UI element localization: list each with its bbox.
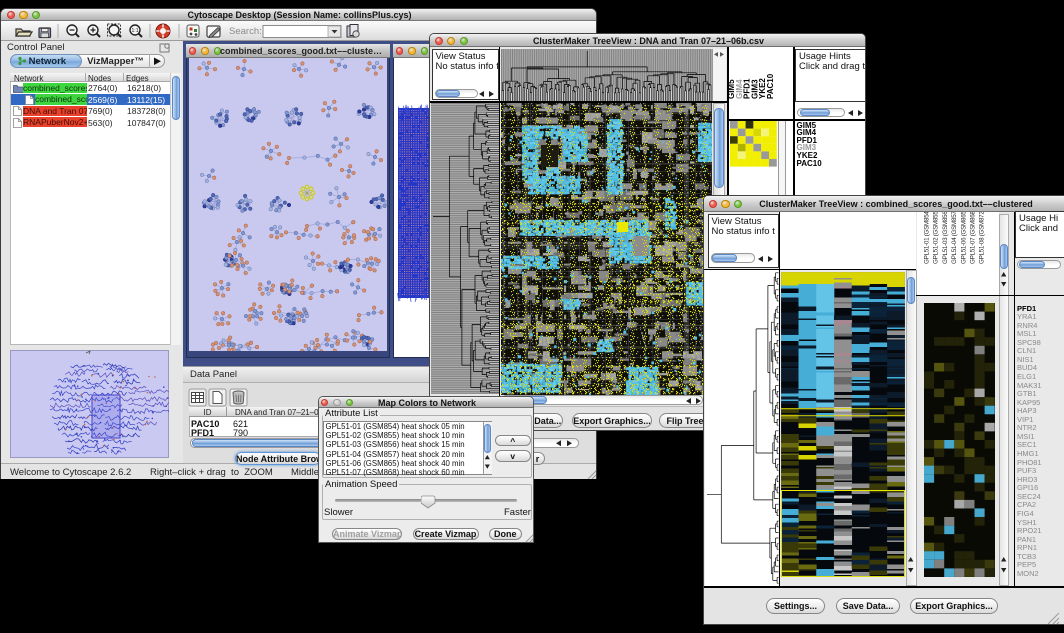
svg-text:GPL51-01 (GSM854): GPL51-01 (GSM854) <box>924 212 931 264</box>
svg-text:1:1: 1:1 <box>132 28 139 34</box>
svg-text:GPL51-08 (GSM872): GPL51-08 (GSM872) <box>979 212 986 264</box>
svg-text:PAC10: PAC10 <box>766 73 775 99</box>
svg-text:GPL51-04 (GSM857): GPL51-04 (GSM857) <box>951 212 958 264</box>
svg-text:GPL51-06 (GSM865): GPL51-06 (GSM865) <box>960 212 967 264</box>
svg-text:GPL51-03 (GSM856): GPL51-03 (GSM856) <box>942 212 949 264</box>
svg-text:Search:: Search: <box>229 26 262 37</box>
svg-text:GPL51-02 (GSM855): GPL51-02 (GSM855) <box>933 212 940 264</box>
svg-text:GPL51-07 (GSM868): GPL51-07 (GSM868) <box>970 212 977 264</box>
